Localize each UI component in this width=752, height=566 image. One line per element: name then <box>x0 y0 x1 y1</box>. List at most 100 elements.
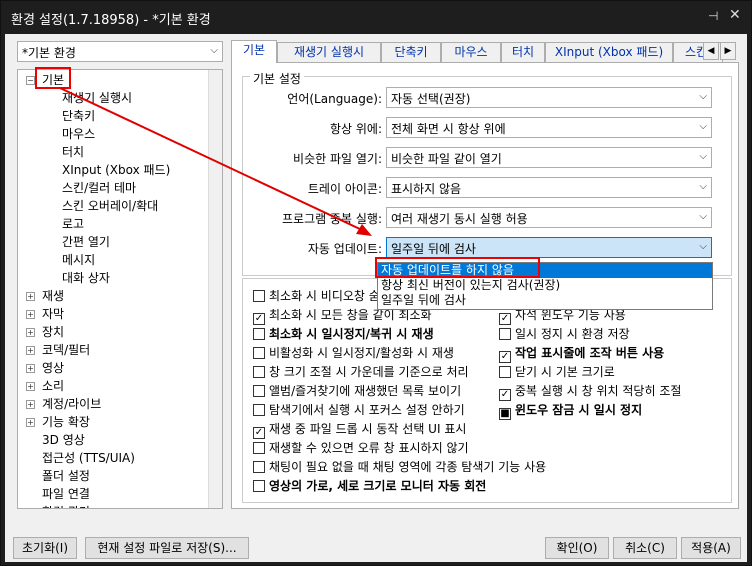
tree-item[interactable]: 재생 <box>42 287 64 305</box>
checked-icon[interactable]: ✓ <box>253 313 265 325</box>
expand-icon[interactable]: + <box>26 292 35 301</box>
unchecked-icon[interactable] <box>253 328 265 340</box>
option-checkbox[interactable]: 일시 정지 시 환경 저장 <box>499 325 630 343</box>
option-checkbox[interactable]: 비활성화 시 일시정지/활성화 시 재생 <box>253 344 454 362</box>
option-checkbox[interactable]: ■ 윈도우 잠금 시 일시 정지 <box>499 401 642 420</box>
tree-item[interactable]: XInput (Xbox 패드) <box>62 161 170 179</box>
reset-button[interactable]: 초기화(I) <box>13 537 77 559</box>
setting-select[interactable]: 여러 재생기 동시 실행 허용 ⌵ <box>386 207 712 228</box>
unchecked-icon[interactable] <box>253 404 265 416</box>
update-option[interactable]: 일주일 뒤에 검사 <box>378 293 712 308</box>
expand-icon[interactable]: + <box>26 364 35 373</box>
update-options-dropdown[interactable]: 자동 업데이트를 하지 않음 항상 최신 버전이 있는지 검사(권장) 일주일 뒤에… <box>377 262 713 310</box>
unchecked-icon[interactable] <box>253 347 265 359</box>
tree-item[interactable]: 기본 <box>42 71 64 89</box>
unchecked-icon[interactable] <box>499 328 511 340</box>
unchecked-icon[interactable] <box>499 366 511 378</box>
tree-item-label: 기능 확장 <box>42 415 90 429</box>
tab-5[interactable]: XInput (Xbox 패드) <box>545 42 673 62</box>
unchecked-icon[interactable] <box>253 480 265 492</box>
apply-button[interactable]: 적용(A) <box>681 537 741 559</box>
tab-2[interactable]: 단축키 <box>381 42 441 62</box>
expand-icon[interactable]: + <box>26 328 35 337</box>
unchecked-icon[interactable] <box>253 290 265 302</box>
setting-select[interactable]: 비슷한 파일 같이 열기 ⌵ <box>386 147 712 168</box>
ok-button[interactable]: 확인(O) <box>545 537 609 559</box>
tree-item[interactable]: 폴더 설정 <box>42 467 90 485</box>
tab-1[interactable]: 재생기 실행시 <box>277 42 381 62</box>
tree-item[interactable]: 환경 관리 <box>42 503 90 508</box>
expand-icon[interactable]: + <box>26 400 35 409</box>
option-checkbox[interactable]: 탐색기에서 실행 시 포커스 설정 안하기 <box>253 401 465 419</box>
tab-3[interactable]: 마우스 <box>441 42 501 62</box>
tree-item[interactable]: 메시지 <box>62 251 95 269</box>
checked-icon[interactable]: ✓ <box>499 351 511 363</box>
checked-icon[interactable]: ✓ <box>253 427 265 439</box>
unchecked-icon[interactable] <box>253 366 265 378</box>
tree-item[interactable]: 재생기 실행시 <box>62 89 132 107</box>
expand-icon[interactable]: + <box>26 310 35 319</box>
pin-icon[interactable]: ⊣ <box>708 9 718 23</box>
unchecked-icon[interactable] <box>253 385 265 397</box>
tree-item[interactable]: 접근성 (TTS/UIA) <box>42 449 135 467</box>
option-checkbox[interactable]: 창 크기 조절 시 가운데를 기준으로 처리 <box>253 363 469 381</box>
tab-0[interactable]: 기본 <box>231 40 277 63</box>
setting-select[interactable]: 전체 화면 시 항상 위에 ⌵ <box>386 117 712 138</box>
tree-item[interactable]: 코덱/필터 <box>42 341 90 359</box>
update-option[interactable]: 자동 업데이트를 하지 않음 <box>378 263 712 278</box>
checked-icon[interactable]: ✓ <box>499 389 511 401</box>
option-checkbox[interactable]: ✓ 중복 실행 시 창 위치 적당히 조절 <box>499 382 681 401</box>
option-checkbox[interactable]: 재생할 수 있으면 오류 창 표시하지 않기 <box>253 439 469 457</box>
tree-item[interactable]: 영상 <box>42 359 64 377</box>
tree-item[interactable]: 스킨 오버레이/확대 <box>62 197 158 215</box>
category-tree[interactable]: − 기본 재생기 실행시 단축키 마우스 터치 XInput (Xbox 패드) 스킨/컬러 … <box>17 69 223 509</box>
tree-item[interactable]: 기능 확장 <box>42 413 90 431</box>
setting-select[interactable]: 표시하지 않음 ⌵ <box>386 177 712 198</box>
tree-item[interactable]: 3D 영상 <box>42 431 85 449</box>
tree-item[interactable]: 소리 <box>42 377 64 395</box>
tree-item[interactable]: 파일 연결 <box>42 485 90 503</box>
close-icon[interactable]: ✕ <box>729 7 741 23</box>
tree-item[interactable]: 단축키 <box>62 107 95 125</box>
setting-select[interactable]: 일주일 뒤에 검사 ⌵ <box>386 237 712 258</box>
tree-item[interactable]: 장치 <box>42 323 64 341</box>
update-option[interactable]: 항상 최신 버전이 있는지 검사(권장) <box>378 278 712 293</box>
option-checkbox[interactable]: 앨범/즐겨찾기에 재생했던 목록 보이기 <box>253 382 461 400</box>
expand-icon[interactable]: + <box>26 382 35 391</box>
checked-icon[interactable]: ✓ <box>499 313 511 325</box>
indeterminate-icon[interactable]: ■ <box>499 408 511 420</box>
tree-item[interactable]: 간편 열기 <box>62 233 110 251</box>
option-checkbox[interactable]: 영상의 가로, 세로 크기로 모니터 자동 회전 <box>253 477 486 495</box>
chevron-down-icon: ⌵ <box>699 151 707 162</box>
tree-item[interactable]: 터치 <box>62 143 84 161</box>
unchecked-icon[interactable] <box>253 461 265 473</box>
option-checkbox[interactable]: ✓ 작업 표시줄에 조작 버튼 사용 <box>499 344 664 363</box>
tree-item[interactable]: 로고 <box>62 215 84 233</box>
setting-select[interactable]: 자동 선택(권장) ⌵ <box>386 87 712 108</box>
tree-item-label: 3D 영상 <box>42 433 85 447</box>
tab-scroll-right-icon[interactable]: ▶ <box>720 42 736 60</box>
expand-icon[interactable]: + <box>26 346 35 355</box>
save-file-button[interactable]: 현재 설정 파일로 저장(S)... <box>85 537 249 559</box>
checkbox-label: 최소화 시 모든 창을 같이 최소화 <box>269 308 432 322</box>
setting-value: 표시하지 않음 <box>391 182 462 196</box>
tree-item[interactable]: 마우스 <box>62 125 95 143</box>
tab-scroll-left-icon[interactable]: ◀ <box>703 42 719 60</box>
preset-select[interactable]: *기본 환경 ⌵ <box>17 41 223 62</box>
tree-scrollbar[interactable] <box>208 70 222 508</box>
checkbox-label: 재생할 수 있으면 오류 창 표시하지 않기 <box>269 441 469 455</box>
tree-item[interactable]: 계정/라이브 <box>42 395 101 413</box>
unchecked-icon[interactable] <box>253 442 265 454</box>
collapse-icon[interactable]: − <box>26 76 35 85</box>
tab-4[interactable]: 터치 <box>501 42 545 62</box>
tree-item[interactable]: 자막 <box>42 305 64 323</box>
option-checkbox[interactable]: 최소화 시 일시정지/복귀 시 재생 <box>253 325 434 343</box>
option-checkbox[interactable]: 닫기 시 기본 크기로 <box>499 363 615 381</box>
checkbox-label: 채팅이 필요 없을 때 채팅 영역에 각종 탐색기 기능 사용 <box>269 460 547 474</box>
tree-item[interactable]: 스킨/컬러 테마 <box>62 179 136 197</box>
tree-item[interactable]: 대화 상자 <box>62 269 110 287</box>
expand-icon[interactable]: + <box>26 418 35 427</box>
option-checkbox[interactable]: ✓ 재생 중 파일 드롭 시 동작 선택 UI 표시 <box>253 420 466 439</box>
cancel-button[interactable]: 취소(C) <box>613 537 677 559</box>
option-checkbox[interactable]: 채팅이 필요 없을 때 채팅 영역에 각종 탐색기 기능 사용 <box>253 458 546 476</box>
